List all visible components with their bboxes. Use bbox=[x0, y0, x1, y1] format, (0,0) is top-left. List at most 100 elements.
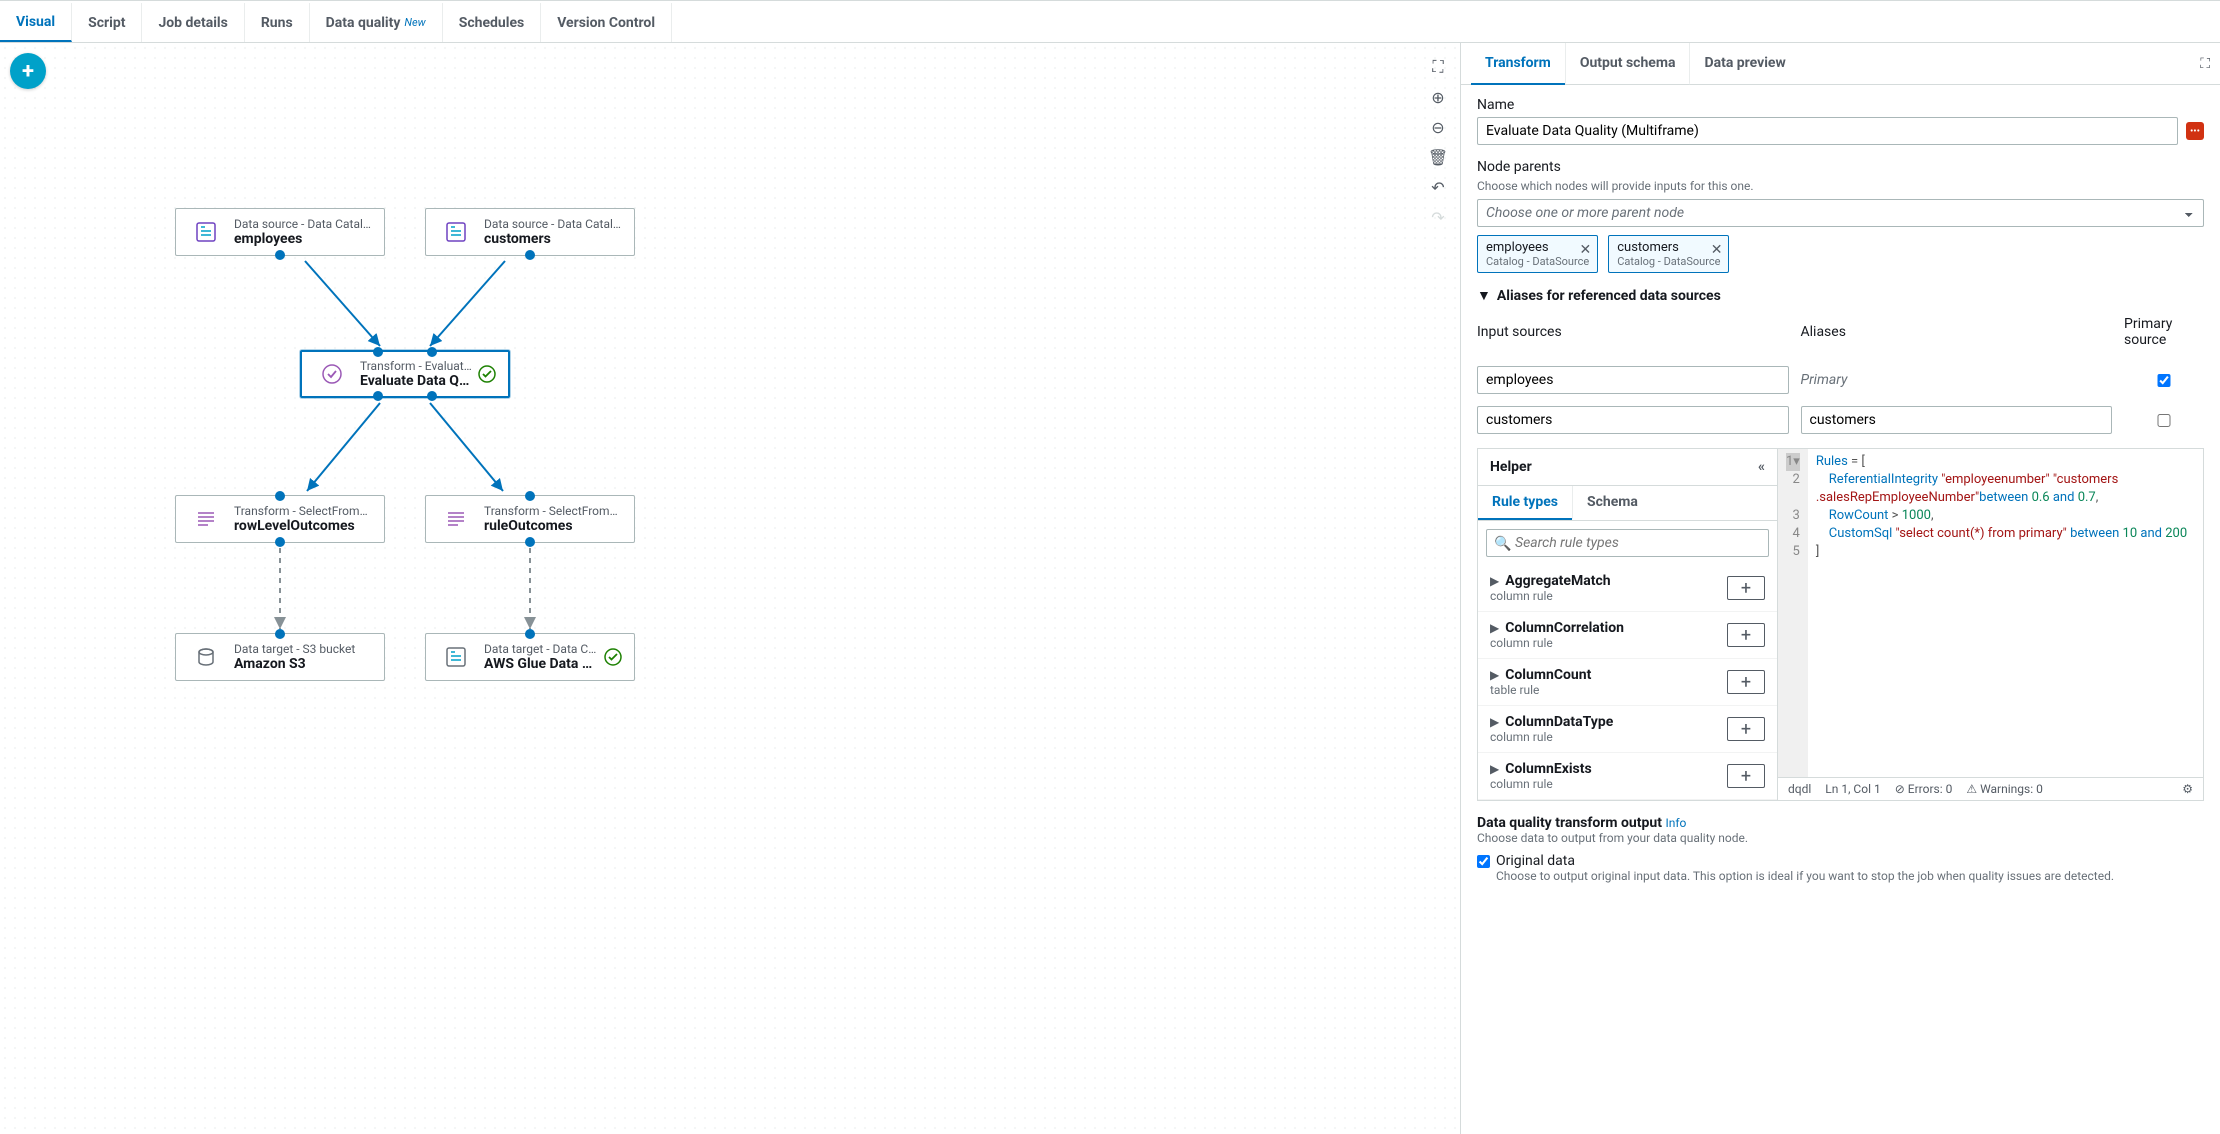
output-desc: Choose data to output from your data qua… bbox=[1477, 831, 2204, 845]
node-ruleout[interactable]: Transform - SelectFromC…ruleOutcomes bbox=[425, 495, 635, 543]
port-bottom[interactable] bbox=[427, 391, 437, 401]
alias-value-customers[interactable] bbox=[1801, 406, 2113, 434]
rtab-data-preview[interactable]: Data preview bbox=[1689, 43, 1799, 85]
editor-errors: ⊘ Errors: 0 bbox=[1895, 782, 1953, 796]
zoom-in-icon[interactable]: ⊕ bbox=[1424, 83, 1452, 111]
helper-title: Helper bbox=[1490, 459, 1532, 475]
chevron-down-icon: ▼ bbox=[1477, 287, 1491, 304]
node-tgt2[interactable]: Data target - Data CatalogAWS Glue Data … bbox=[425, 633, 635, 681]
original-data-desc: Choose to output original input data. Th… bbox=[1496, 869, 2114, 883]
add-node-button[interactable]: + bbox=[10, 53, 46, 89]
remove-chip-icon[interactable]: ✕ bbox=[1711, 242, 1723, 258]
status-ok-icon bbox=[478, 365, 496, 383]
node-rowout[interactable]: Transform - SelectFromC…rowLevelOutcomes bbox=[175, 495, 385, 543]
chevron-right-icon[interactable]: ▶ bbox=[1490, 715, 1499, 729]
add-rule-button[interactable]: + bbox=[1727, 623, 1765, 647]
new-badge: New bbox=[404, 16, 425, 29]
zoom-out-icon[interactable]: ⊖ bbox=[1424, 113, 1452, 141]
chevron-right-icon[interactable]: ▶ bbox=[1490, 668, 1499, 682]
chevron-right-icon[interactable]: ▶ bbox=[1490, 621, 1499, 635]
port-bottom[interactable] bbox=[275, 250, 285, 260]
delete-icon[interactable]: 🗑 bbox=[1424, 143, 1452, 171]
rule-aggregatematch: ▶AggregateMatchcolumn rule+ bbox=[1478, 565, 1777, 612]
col-aliases: Aliases bbox=[1801, 324, 2113, 340]
port-top[interactable] bbox=[525, 491, 535, 501]
rtab-output-schema[interactable]: Output schema bbox=[1565, 43, 1690, 85]
col-input-sources: Input sources bbox=[1477, 324, 1789, 340]
original-data-checkbox[interactable] bbox=[1477, 855, 1490, 868]
parent-chip-employees: employees Catalog - DataSource ✕ bbox=[1477, 235, 1598, 273]
parents-select[interactable]: Choose one or more parent node bbox=[1477, 199, 2204, 227]
port-top[interactable] bbox=[525, 629, 535, 639]
s3-icon bbox=[188, 639, 224, 675]
collapse-helper-icon[interactable]: « bbox=[1758, 459, 1765, 475]
chevron-right-icon[interactable]: ▶ bbox=[1490, 574, 1499, 588]
primary-checkbox-1[interactable] bbox=[2124, 374, 2204, 387]
redo-icon[interactable]: ↷ bbox=[1424, 203, 1452, 231]
port-bottom[interactable] bbox=[275, 537, 285, 547]
node-tgt1[interactable]: Data target - S3 bucketAmazon S3 bbox=[175, 633, 385, 681]
editor-warnings: ⚠ Warnings: 0 bbox=[1966, 782, 2043, 796]
port-bottom[interactable] bbox=[525, 537, 535, 547]
port-top[interactable] bbox=[427, 347, 437, 357]
code-editor[interactable]: Rules = [ ReferentialIntegrity "employee… bbox=[1808, 449, 2195, 777]
port-top[interactable] bbox=[275, 629, 285, 639]
parents-label: Node parents bbox=[1477, 159, 2204, 175]
node-eval[interactable]: Transform - Evaluate dat…Evaluate Data Q… bbox=[300, 350, 510, 398]
canvas-toolbar: ⛶ ⊕ ⊖ 🗑 ↶ ↷ bbox=[1424, 53, 1452, 231]
info-link[interactable]: Info bbox=[1665, 816, 1686, 830]
helper-tab-schema[interactable]: Schema bbox=[1572, 486, 1652, 520]
tab-job-details[interactable]: Job details bbox=[142, 3, 244, 42]
rtab-transform[interactable]: Transform bbox=[1471, 43, 1565, 85]
parents-desc: Choose which nodes will provide inputs f… bbox=[1477, 179, 2204, 193]
add-rule-button[interactable]: + bbox=[1727, 670, 1765, 694]
tab-schedules[interactable]: Schedules bbox=[443, 3, 542, 42]
editor-pos: Ln 1, Col 1 bbox=[1825, 782, 1880, 796]
add-rule-button[interactable]: + bbox=[1727, 764, 1765, 788]
rule-columnexists: ▶ColumnExistscolumn rule+ bbox=[1478, 753, 1777, 800]
rule-columndatatype: ▶ColumnDataTypecolumn rule+ bbox=[1478, 706, 1777, 753]
editor-lang: dqdl bbox=[1788, 782, 1811, 796]
search-icon: 🔍 bbox=[1494, 536, 1511, 552]
select-icon bbox=[188, 501, 224, 537]
tab-version-control[interactable]: Version Control bbox=[541, 3, 672, 42]
eval-icon bbox=[314, 356, 350, 392]
alias-input-customers[interactable] bbox=[1477, 406, 1789, 434]
helper-tab-rule-types[interactable]: Rule types bbox=[1478, 486, 1572, 520]
port-top[interactable] bbox=[373, 347, 383, 357]
undo-icon[interactable]: ↶ bbox=[1424, 173, 1452, 201]
tab-script[interactable]: Script bbox=[72, 3, 142, 42]
node-src2[interactable]: Data source - Data Catalogcustomers bbox=[425, 208, 635, 256]
port-top[interactable] bbox=[275, 491, 285, 501]
alias-input-employees[interactable] bbox=[1477, 366, 1789, 394]
rule-columncount: ▶ColumnCounttable rule+ bbox=[1478, 659, 1777, 706]
rule-columncorrelation: ▶ColumnCorrelationcolumn rule+ bbox=[1478, 612, 1777, 659]
aliases-expander[interactable]: ▼ Aliases for referenced data sources bbox=[1477, 287, 2204, 304]
node-src1[interactable]: Data source - Data Catalogemployees bbox=[175, 208, 385, 256]
add-rule-button[interactable]: + bbox=[1727, 717, 1765, 741]
top-tabs: Visual Script Job details Runs Data qual… bbox=[0, 3, 2220, 43]
status-ok-icon bbox=[604, 648, 622, 666]
search-rule-types-input[interactable] bbox=[1486, 529, 1769, 557]
chevron-right-icon[interactable]: ▶ bbox=[1490, 762, 1499, 776]
right-panel: Transform Output schema Data preview ⛶ N… bbox=[1460, 43, 2220, 1134]
editor-gutter: 1▾2 345 bbox=[1778, 449, 1808, 777]
add-rule-button[interactable]: + bbox=[1727, 576, 1765, 600]
editor-settings-icon[interactable]: ⚙ bbox=[2182, 782, 2193, 796]
port-bottom[interactable] bbox=[373, 391, 383, 401]
node-menu-button[interactable]: ••• bbox=[2186, 122, 2204, 140]
name-input[interactable] bbox=[1477, 117, 2178, 145]
port-bottom[interactable] bbox=[525, 250, 535, 260]
canvas: + ⛶ ⊕ ⊖ 🗑 ↶ ↷ Data source - Data Catalog… bbox=[0, 43, 1460, 1134]
expand-panel-icon[interactable]: ⛶ bbox=[2200, 56, 2210, 72]
tab-visual[interactable]: Visual bbox=[0, 3, 72, 42]
primary-checkbox-2[interactable] bbox=[2124, 414, 2204, 427]
output-title: Data quality transform output bbox=[1477, 815, 1662, 831]
col-primary-source: Primary source bbox=[2124, 316, 2204, 348]
tab-runs[interactable]: Runs bbox=[245, 3, 310, 42]
tab-data-quality[interactable]: Data qualityNew bbox=[310, 3, 443, 42]
datasource-icon bbox=[438, 214, 474, 250]
remove-chip-icon[interactable]: ✕ bbox=[1579, 242, 1591, 258]
fit-icon[interactable]: ⛶ bbox=[1424, 53, 1452, 81]
select-icon bbox=[438, 501, 474, 537]
